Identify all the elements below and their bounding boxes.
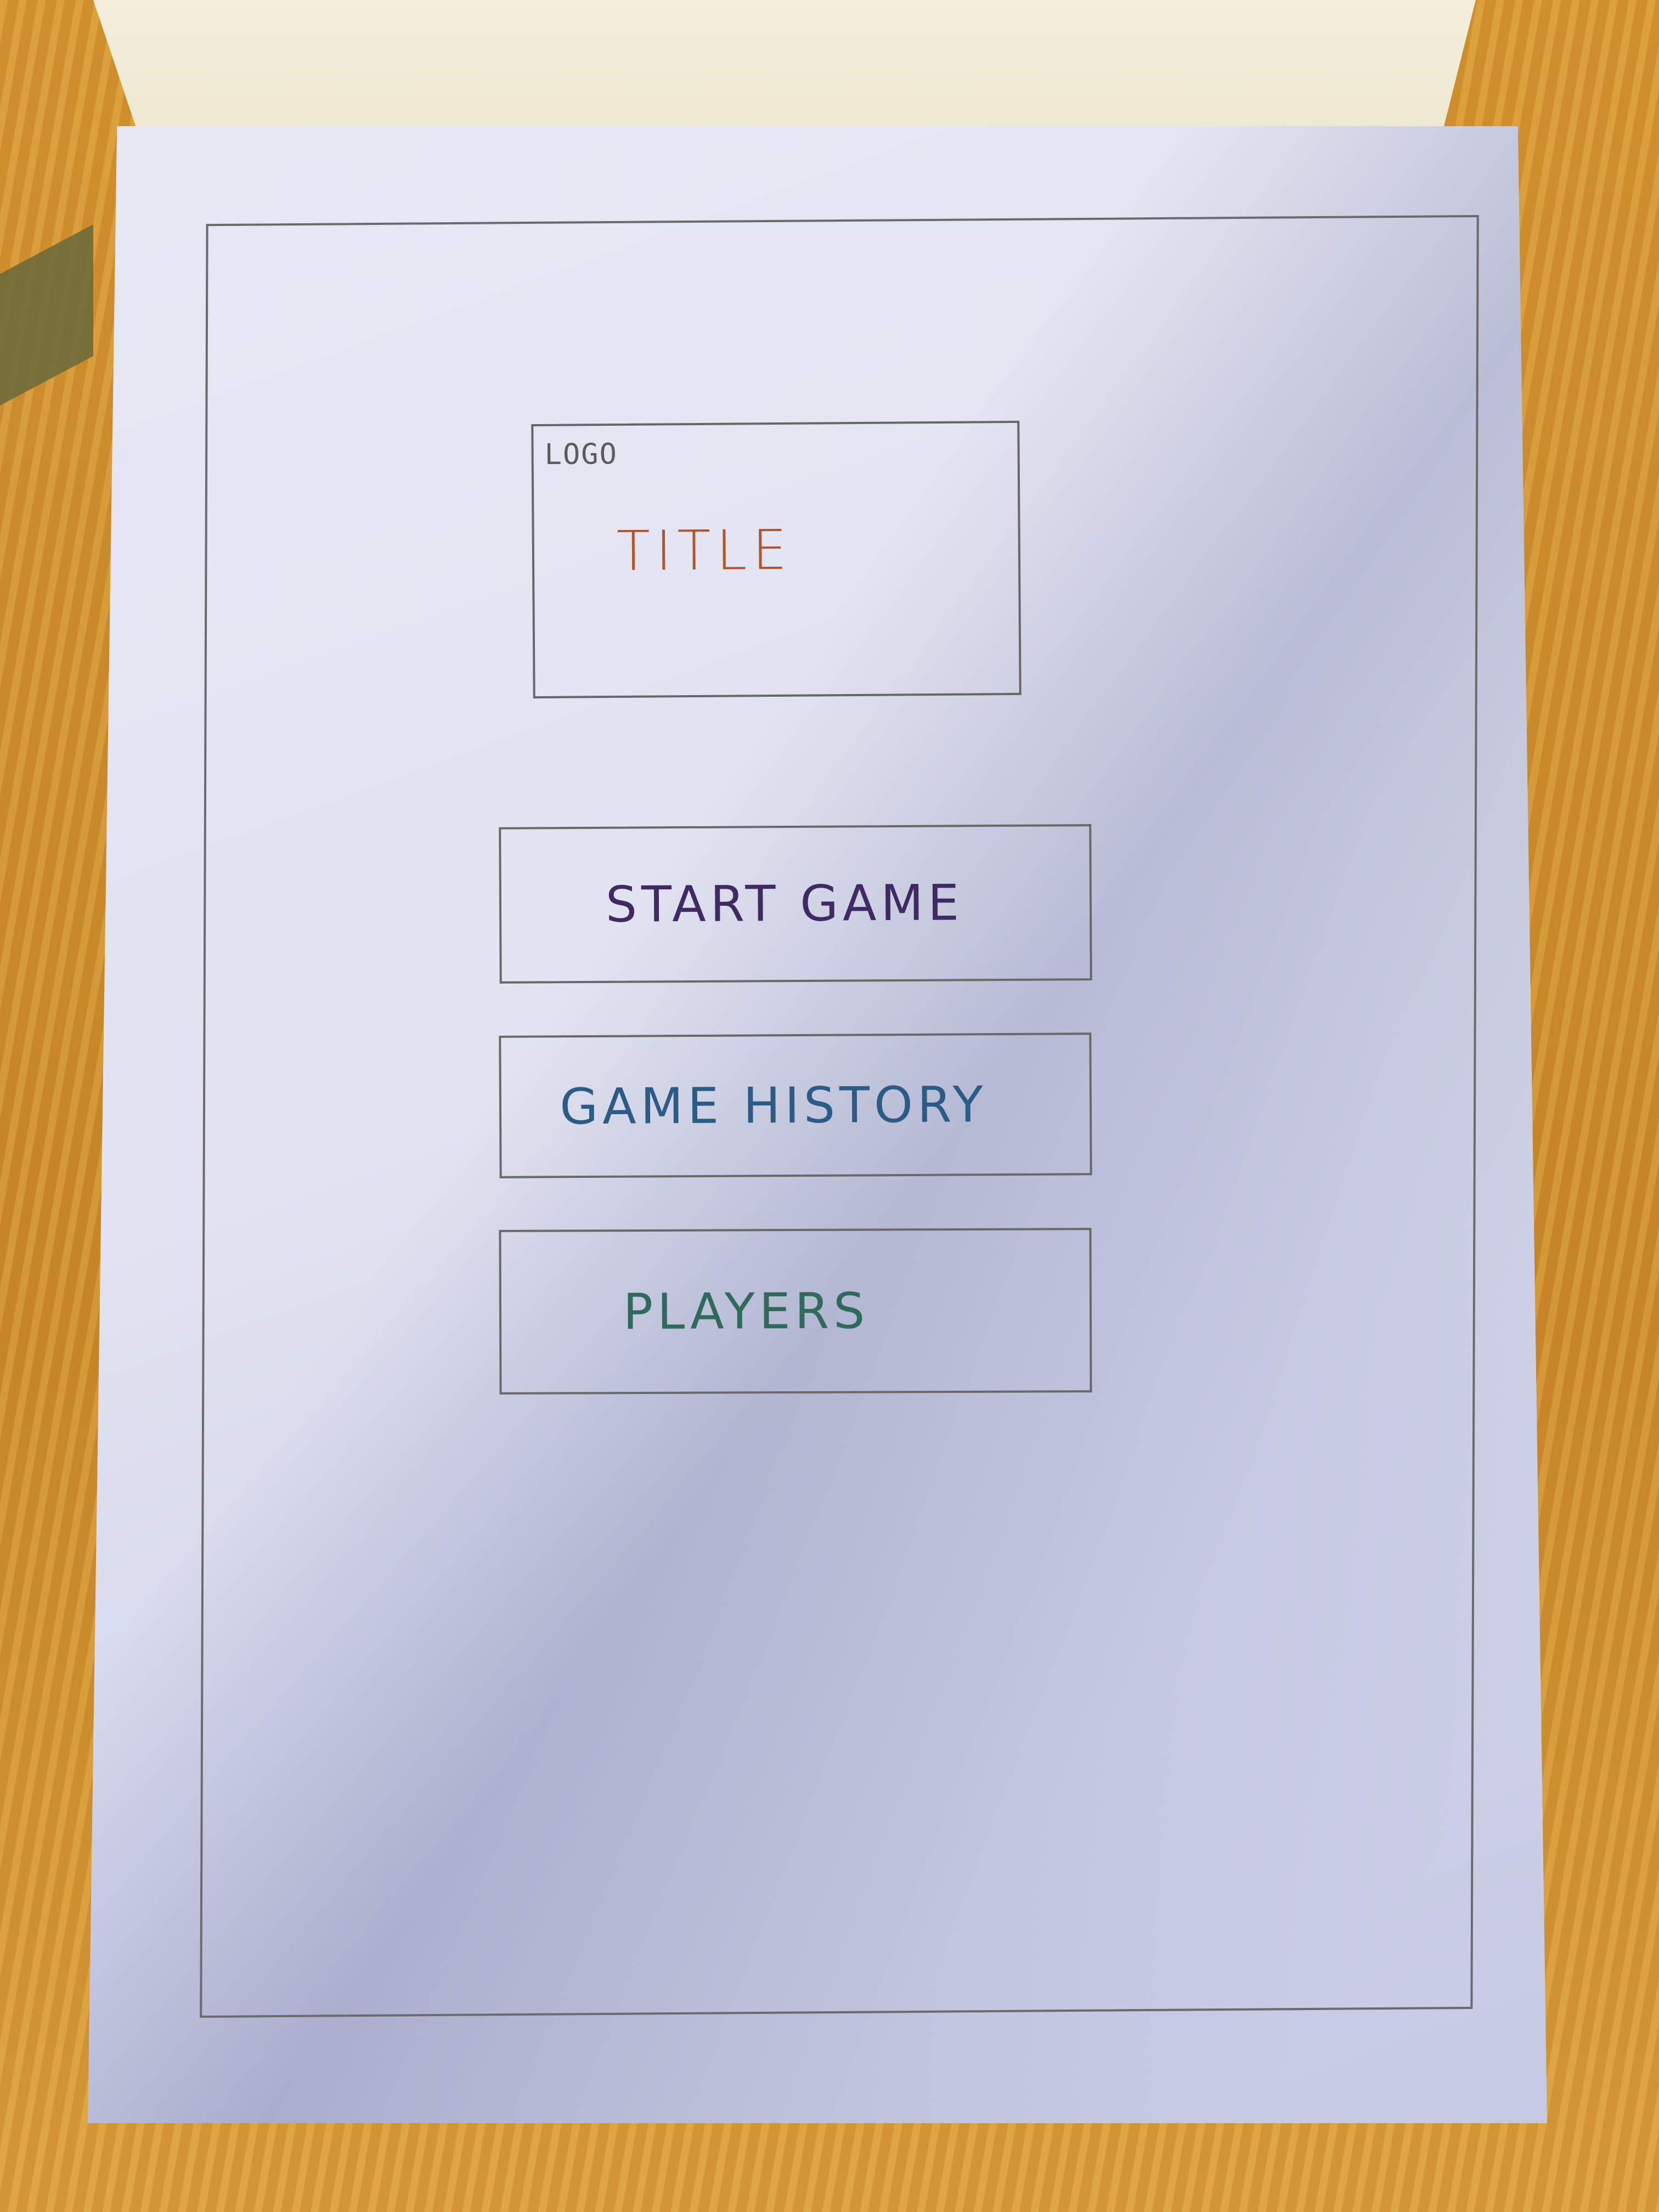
logo-title-box: LOGO TITLE xyxy=(531,420,1022,699)
start-game-button[interactable]: START GAME xyxy=(499,824,1092,984)
game-history-button[interactable]: GAME HISTORY xyxy=(499,1032,1092,1178)
start-game-label: START GAME xyxy=(605,874,964,934)
players-button[interactable]: PLAYERS xyxy=(499,1228,1092,1395)
logo-label: LOGO xyxy=(544,438,618,471)
page-title: TITLE xyxy=(616,517,793,584)
ruler xyxy=(0,224,93,424)
game-history-label: GAME HISTORY xyxy=(560,1075,988,1136)
players-label: PLAYERS xyxy=(623,1282,870,1341)
